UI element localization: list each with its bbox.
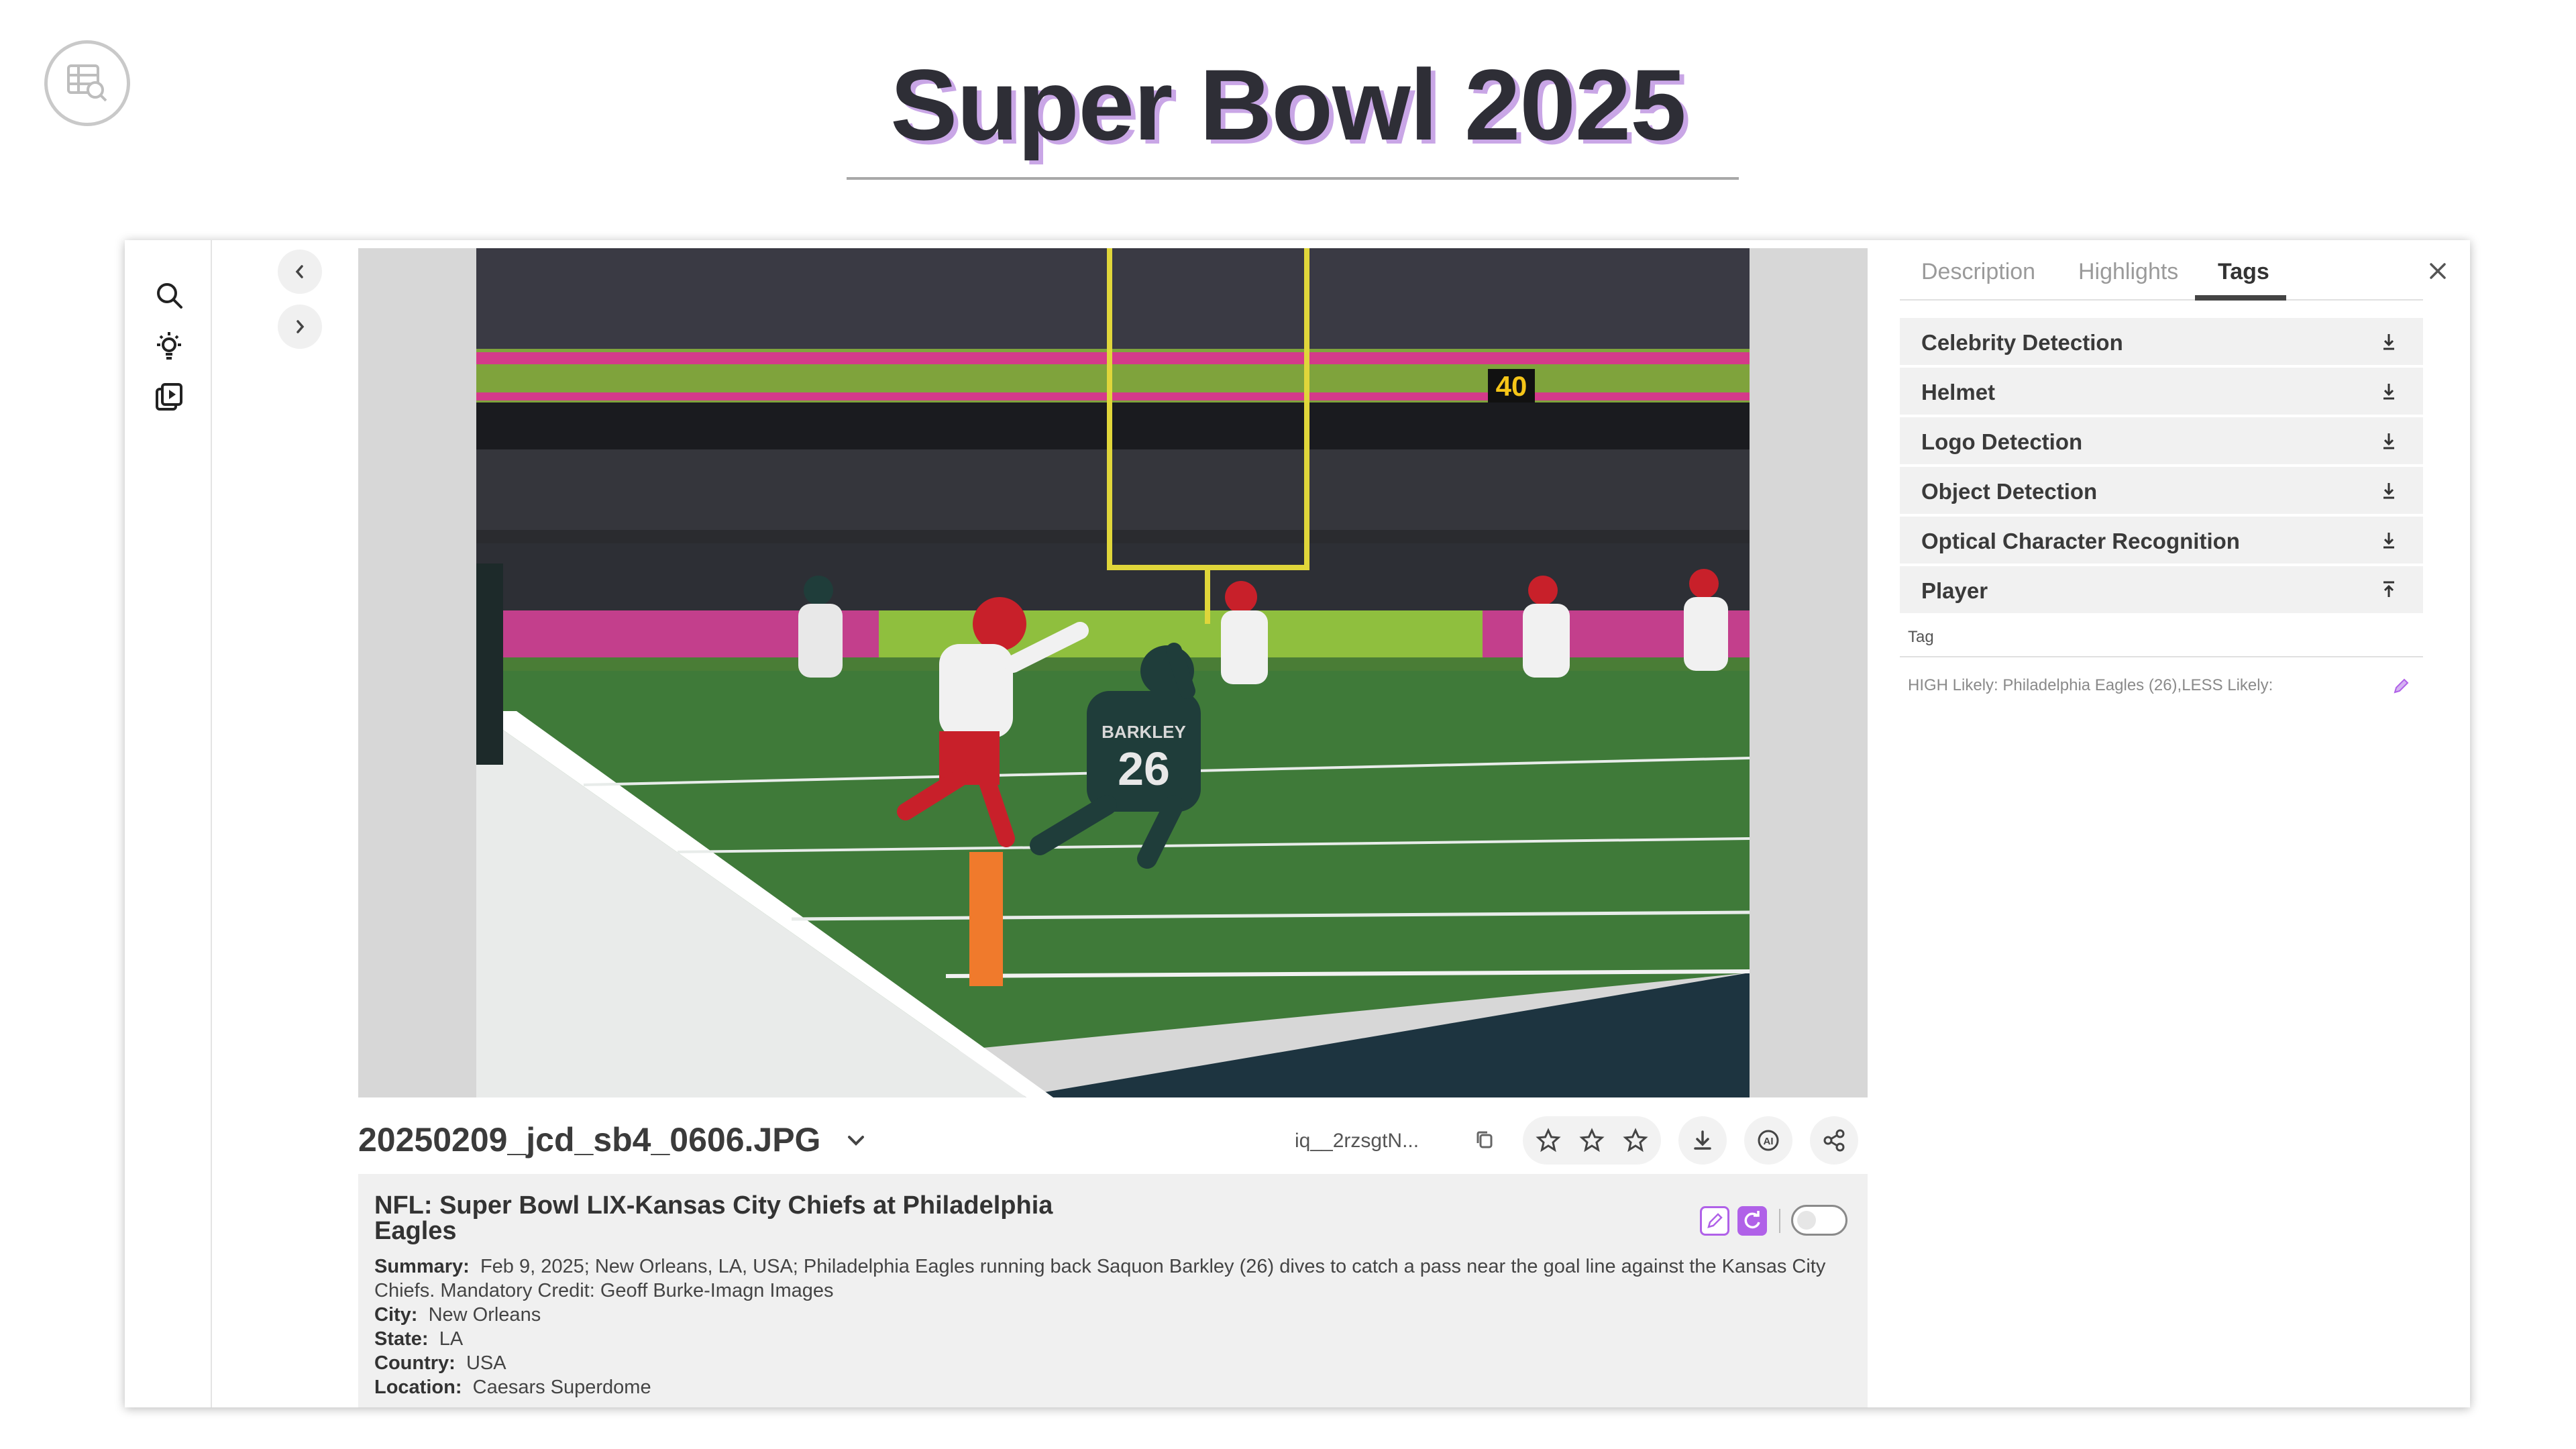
slide-title: Super Bowl 2025 — [890, 48, 1686, 161]
tag-group-celebrity-detection[interactable]: Celebrity Detection — [1900, 318, 2423, 365]
jersey-name-text: BARKLEY — [1102, 722, 1186, 742]
lightbulb-icon[interactable] — [153, 330, 185, 362]
share-icon — [1823, 1129, 1845, 1152]
metadata-toggle[interactable] — [1791, 1205, 1847, 1236]
metadata-summary: Summary: Feb 9, 2025; New Orleans, LA, U… — [374, 1256, 1826, 1301]
metadata-state: State: LA — [374, 1328, 464, 1350]
chevron-left-icon — [295, 265, 303, 278]
content-id: iq__2rzsgtN... — [1295, 1130, 1419, 1152]
tag-column-header: Tag — [1908, 628, 1934, 646]
pencil-icon[interactable] — [2391, 675, 2412, 696]
metadata-panel: NFL: Super Bowl LIX-Kansas City Chiefs a… — [358, 1174, 1868, 1407]
play-clock-text: 40 — [1496, 370, 1527, 402]
upload-icon[interactable] — [2379, 580, 2399, 600]
image-viewer[interactable]: 40 BARKLEY 26 — [358, 248, 1868, 1097]
chevron-down-icon[interactable] — [844, 1128, 868, 1152]
download-icon[interactable] — [2379, 530, 2399, 550]
next-button[interactable] — [278, 305, 322, 349]
active-tab-indicator — [2195, 295, 2286, 301]
tag-group-object-detection[interactable]: Object Detection — [1900, 467, 2423, 514]
jersey-number-text: 26 — [1118, 743, 1170, 795]
metadata-actions — [1700, 1201, 1854, 1241]
download-button[interactable] — [1678, 1116, 1727, 1165]
ai-search-button[interactable]: AI — [1744, 1116, 1792, 1165]
tag-group-logo-detection[interactable]: Logo Detection — [1900, 417, 2423, 464]
left-rail — [125, 240, 212, 1407]
tabs-baseline — [1900, 299, 2423, 301]
tag-group-ocr[interactable]: Optical Character Recognition — [1900, 517, 2423, 564]
download-icon[interactable] — [2379, 431, 2399, 451]
app-window: 40 BARKLEY 26 20250209_jcd_sb4_0606.JPG … — [125, 240, 2470, 1407]
actions-divider — [1779, 1209, 1780, 1233]
download-icon[interactable] — [2379, 381, 2399, 401]
file-info-row: 20250209_jcd_sb4_0606.JPG iq__2rzsgtN... — [358, 1111, 1868, 1165]
star-icon[interactable] — [1622, 1127, 1649, 1154]
refresh-icon — [1744, 1211, 1760, 1229]
file-name: 20250209_jcd_sb4_0606.JPG — [358, 1121, 821, 1159]
metadata-location: Location: Caesars Superdome — [374, 1377, 651, 1398]
close-icon[interactable] — [2424, 258, 2451, 284]
download-icon[interactable] — [2379, 331, 2399, 352]
media-library-icon[interactable] — [153, 381, 185, 413]
copy-icon[interactable] — [1473, 1128, 1496, 1151]
rating-stars — [1523, 1116, 1661, 1165]
details-panel: Description Highlights Tags Celebrity De… — [1894, 240, 2470, 1407]
edit-metadata-button[interactable] — [1700, 1206, 1729, 1236]
metadata-country: Country: USA — [374, 1352, 506, 1374]
tab-description[interactable]: Description — [1921, 259, 2035, 285]
download-icon[interactable] — [2379, 480, 2399, 500]
metadata-headline: NFL: Super Bowl LIX-Kansas City Chiefs a… — [374, 1191, 1053, 1245]
chevron-right-icon — [297, 320, 305, 333]
previous-button[interactable] — [278, 250, 322, 294]
tab-highlights[interactable]: Highlights — [2078, 259, 2178, 285]
search-icon[interactable] — [153, 279, 185, 311]
pencil-icon — [1707, 1213, 1723, 1228]
metadata-city: City: New Orleans — [374, 1304, 541, 1326]
tag-group-helmet[interactable]: Helmet — [1900, 368, 2423, 415]
ai-search-icon: AI — [1758, 1130, 1779, 1151]
tag-value: HIGH Likely: Philadelphia Eagles (26),LE… — [1908, 676, 2273, 694]
svg-text:AI: AI — [1764, 1136, 1774, 1147]
share-button[interactable] — [1810, 1116, 1858, 1165]
toggle-knob — [1797, 1211, 1816, 1230]
refresh-metadata-button[interactable] — [1737, 1206, 1767, 1236]
tab-tags[interactable]: Tags — [2218, 259, 2269, 285]
tag-header-divider — [1900, 656, 2423, 657]
star-icon[interactable] — [1578, 1127, 1605, 1154]
download-icon — [1694, 1130, 1711, 1150]
football-photo: 40 BARKLEY 26 — [476, 248, 1750, 1097]
tag-group-player[interactable]: Player — [1900, 566, 2423, 613]
title-divider — [847, 177, 1739, 180]
star-icon[interactable] — [1535, 1127, 1562, 1154]
